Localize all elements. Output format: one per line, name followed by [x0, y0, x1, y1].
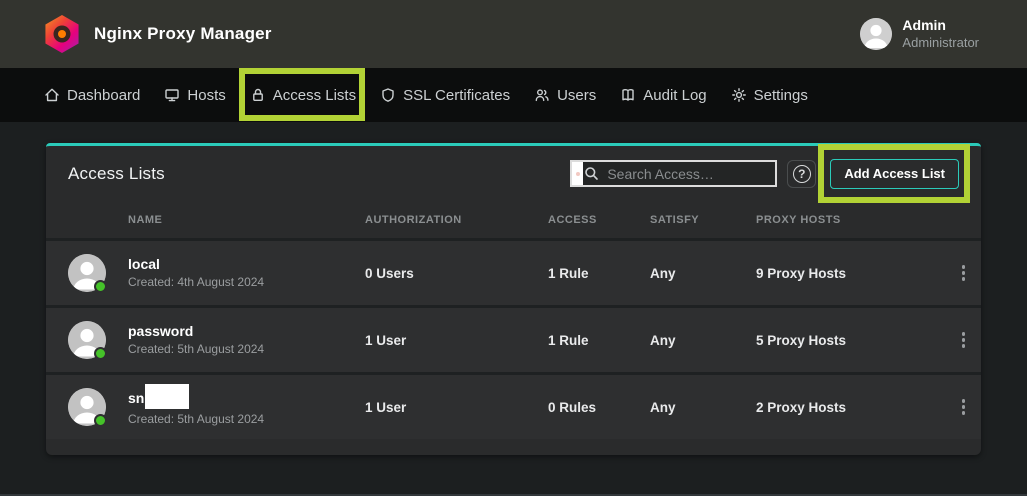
proxy-hosts-value: 2 Proxy Hosts	[756, 400, 946, 415]
table-body: local Created: 4th August 2024 0 Users 1…	[46, 241, 981, 439]
access-value: 1 Rule	[548, 333, 650, 348]
app-header: Nginx Proxy Manager Admin Administrator	[0, 0, 1027, 68]
nav-item-hosts[interactable]: Hosts	[164, 68, 225, 122]
access-list-name: sn	[128, 391, 144, 406]
satisfy-value: Any	[650, 266, 756, 281]
column-header-name: NAME	[128, 214, 365, 226]
home-icon	[44, 87, 60, 103]
nav-item-ssl-certificates[interactable]: SSL Certificates	[380, 68, 510, 122]
access-value: 1 Rule	[548, 266, 650, 281]
page-title: Access Lists	[68, 164, 165, 184]
brand: Nginx Proxy Manager	[44, 15, 272, 53]
row-menu-kebab-icon[interactable]	[956, 393, 972, 421]
column-header-proxy-hosts: PROXY HOSTS	[756, 214, 946, 226]
redaction-box-name	[145, 384, 189, 409]
satisfy-value: Any	[650, 400, 756, 415]
user-name: Admin	[902, 17, 979, 35]
access-lists-panel: Access Lists ? Add Access List NAME AUTH…	[46, 143, 981, 455]
online-status-dot	[94, 280, 107, 293]
search-input[interactable]	[607, 166, 757, 182]
nav-item-label: Users	[557, 87, 596, 104]
nav-item-dashboard[interactable]: Dashboard	[44, 68, 140, 122]
access-list-created: Created: 5th August 2024	[128, 342, 365, 356]
table-row: password Created: 5th August 2024 1 User…	[46, 308, 981, 372]
row-menu-kebab-icon[interactable]	[956, 259, 972, 287]
nav-item-audit-log[interactable]: Audit Log	[620, 68, 706, 122]
help-icon: ?	[793, 165, 811, 183]
authorization-value: 1 User	[365, 333, 548, 348]
column-header-authorization: AUTHORIZATION	[365, 214, 548, 226]
redaction-box-search	[572, 162, 583, 185]
table-row: local Created: 4th August 2024 0 Users 1…	[46, 241, 981, 305]
nav-item-label: Settings	[754, 87, 808, 104]
user-role: Administrator	[902, 35, 979, 51]
access-list-created: Created: 5th August 2024	[128, 412, 365, 426]
nav-item-access-lists[interactable]: Access Lists	[250, 68, 356, 122]
monitor-icon	[164, 87, 180, 103]
proxy-hosts-value: 9 Proxy Hosts	[756, 266, 946, 281]
help-button[interactable]: ?	[787, 160, 816, 188]
book-icon	[620, 87, 636, 103]
shield-icon	[380, 87, 396, 103]
column-header-satisfy: SATISFY	[650, 214, 756, 226]
gear-icon	[731, 87, 747, 103]
access-list-created: Created: 4th August 2024	[128, 275, 365, 289]
nav-item-label: Access Lists	[273, 87, 356, 104]
user-menu[interactable]: Admin Administrator	[860, 17, 979, 51]
nav-item-label: Hosts	[187, 87, 225, 104]
app-title: Nginx Proxy Manager	[94, 24, 272, 44]
proxy-hosts-value: 5 Proxy Hosts	[756, 333, 946, 348]
row-avatar	[68, 321, 106, 359]
panel-titlebar: Access Lists ? Add Access List	[46, 146, 981, 201]
access-list-name: local	[128, 257, 160, 272]
nav-item-label: Audit Log	[643, 87, 706, 104]
add-access-list-button[interactable]: Add Access List	[830, 159, 959, 189]
nav-item-label: SSL Certificates	[403, 87, 510, 104]
lock-icon	[250, 87, 266, 103]
row-avatar	[68, 254, 106, 292]
nav-item-users[interactable]: Users	[534, 68, 596, 122]
table-row: sn Created: 5th August 2024 1 User 0 Rul…	[46, 375, 981, 439]
access-value: 0 Rules	[548, 400, 650, 415]
online-status-dot	[94, 347, 107, 360]
satisfy-value: Any	[650, 333, 756, 348]
users-icon	[534, 87, 550, 103]
authorization-value: 1 User	[365, 400, 548, 415]
nav-item-label: Dashboard	[67, 87, 140, 104]
app-logo-icon	[44, 15, 80, 53]
access-list-name: password	[128, 324, 193, 339]
authorization-value: 0 Users	[365, 266, 548, 281]
search-icon	[584, 166, 599, 181]
table-header-row: NAME AUTHORIZATION ACCESS SATISFY PROXY …	[46, 201, 981, 241]
column-header-access: ACCESS	[548, 214, 650, 226]
nav-item-settings[interactable]: Settings	[731, 68, 808, 122]
row-avatar	[68, 388, 106, 426]
row-menu-kebab-icon[interactable]	[956, 326, 972, 354]
user-avatar	[860, 18, 892, 50]
online-status-dot	[94, 414, 107, 427]
main-nav: Dashboard Hosts Access Lists SSL Certifi…	[0, 68, 1027, 122]
search-box	[570, 160, 777, 187]
